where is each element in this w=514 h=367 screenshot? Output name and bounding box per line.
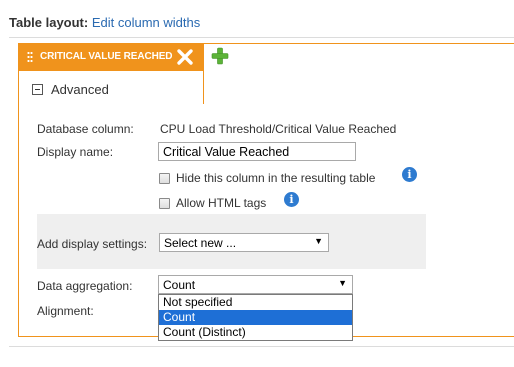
data-aggregation-value: Count xyxy=(163,278,196,292)
tab-critical-value-reached[interactable]: CRITICAL VALUE REACHED xyxy=(18,43,204,71)
data-aggregation-dropdown[interactable]: Not specified Count Count (Distinct) xyxy=(158,294,353,341)
bottom-divider xyxy=(9,346,514,347)
add-display-settings-select[interactable]: Select new ... ▼ xyxy=(159,233,329,252)
hide-column-label: Hide this column in the resulting table xyxy=(176,171,376,185)
info-icon[interactable]: i xyxy=(402,167,417,182)
database-column-label: Database column: xyxy=(37,122,134,136)
info-icon[interactable]: i xyxy=(284,192,299,207)
tab-border xyxy=(203,71,204,104)
tab-label: CRITICAL VALUE REACHED xyxy=(40,51,173,62)
allow-html-label: Allow HTML tags xyxy=(176,196,267,210)
allow-html-checkbox[interactable] xyxy=(159,197,170,209)
plus-icon[interactable] xyxy=(211,47,229,65)
allow-html-option[interactable]: Allow HTML tags xyxy=(159,196,266,210)
drag-handle-icon[interactable] xyxy=(27,51,33,63)
dropdown-option[interactable]: Count (Distinct) xyxy=(159,325,352,340)
collapse-icon[interactable] xyxy=(32,84,43,95)
advanced-section-toggle[interactable]: Advanced xyxy=(32,82,109,97)
add-display-settings-label: Add display settings: xyxy=(37,237,148,251)
alignment-label: Alignment: xyxy=(37,304,94,318)
chevron-down-icon: ▼ xyxy=(314,236,323,246)
display-name-input[interactable] xyxy=(158,142,356,161)
close-icon[interactable] xyxy=(175,47,195,67)
hide-column-option[interactable]: Hide this column in the resulting table xyxy=(159,171,375,185)
dropdown-option-selected[interactable]: Count xyxy=(159,310,352,325)
hide-column-checkbox[interactable] xyxy=(159,172,170,184)
display-name-label: Display name: xyxy=(37,145,114,159)
add-display-settings-value: Select new ... xyxy=(164,236,237,250)
table-layout-heading: Table layout: Edit column widths xyxy=(9,15,200,30)
top-divider xyxy=(9,37,514,38)
table-layout-label: Table layout: xyxy=(9,15,89,30)
edit-column-widths-link[interactable]: Edit column widths xyxy=(92,15,200,30)
chevron-down-icon: ▼ xyxy=(338,278,347,288)
advanced-section-title: Advanced xyxy=(51,82,109,97)
data-aggregation-select[interactable]: Count ▼ xyxy=(158,275,353,294)
database-column-value: CPU Load Threshold/Critical Value Reache… xyxy=(160,122,397,136)
data-aggregation-label: Data aggregation: xyxy=(37,279,133,293)
dropdown-option[interactable]: Not specified xyxy=(159,295,352,310)
